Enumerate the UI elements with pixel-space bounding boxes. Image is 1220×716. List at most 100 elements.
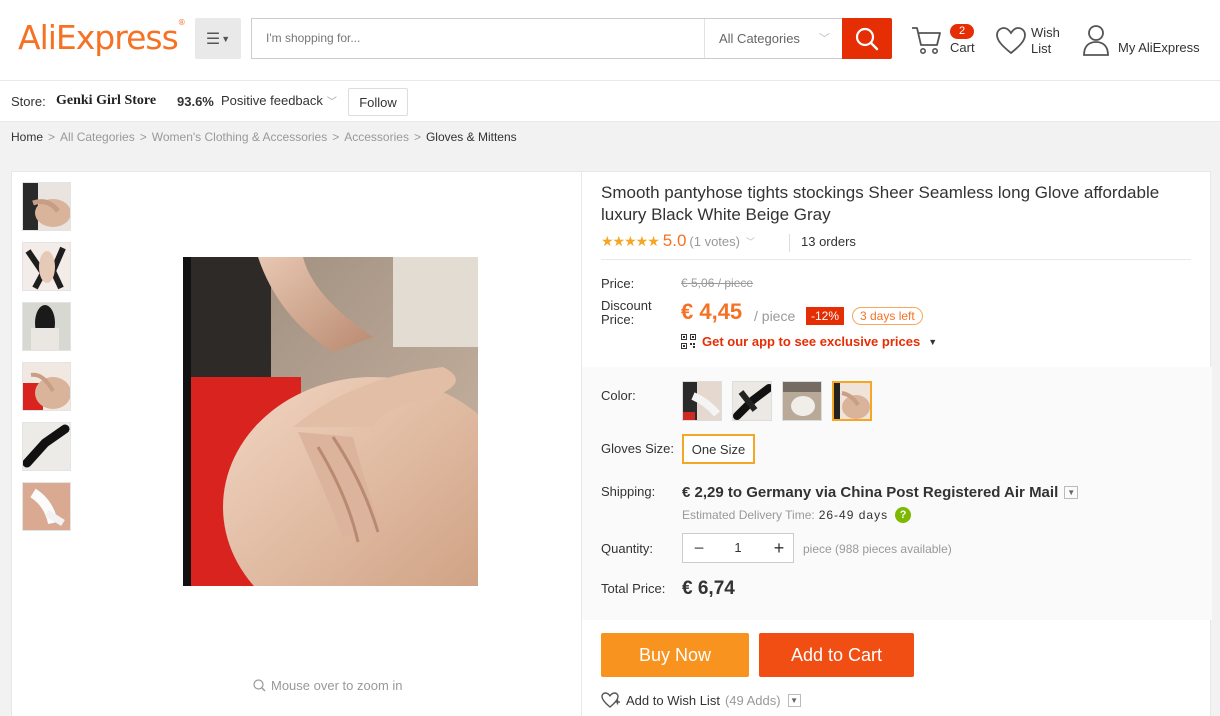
thumbnail-4[interactable] — [22, 362, 71, 411]
thumbnail-5[interactable] — [22, 422, 71, 471]
zoom-hint-text: Mouse over to zoom in — [271, 678, 403, 693]
quantity-label: Quantity: — [601, 541, 654, 556]
quantity-decrease-button[interactable]: − — [689, 538, 709, 558]
search-button[interactable] — [842, 18, 892, 59]
votes-count: (1 votes) — [689, 233, 740, 249]
store-bar: Store: Genki Girl Store 93.6% Positive f… — [0, 81, 1220, 122]
store-prefix: Store: — [11, 94, 46, 109]
cart-link[interactable]: 2 Cart — [910, 22, 980, 62]
discount-badge: -12% — [806, 307, 845, 325]
product-main-image[interactable] — [183, 257, 478, 586]
size-option-one-size[interactable]: One Size — [682, 434, 755, 464]
chevron-down-icon: ﹀ — [326, 97, 337, 108]
zoom-hint: Mouse over to zoom in — [253, 678, 403, 693]
cart-count-badge: 2 — [950, 24, 974, 39]
quantity-stepper: − 1 + — [682, 533, 794, 563]
wish-list-link[interactable]: Wish List — [995, 24, 1065, 64]
breadcrumb-item-home[interactable]: Home — [11, 130, 43, 144]
menu-icon: ☰ — [205, 30, 221, 48]
quantity-unit: piece — [803, 542, 832, 556]
breadcrumb-item-all-categories[interactable]: All Categories — [60, 130, 135, 144]
thumbnail-2[interactable] — [22, 242, 71, 291]
logo-text: AliExpress — [18, 18, 179, 57]
color-swatch-4-selected[interactable] — [832, 381, 872, 421]
breadcrumb-item-womens-clothing[interactable]: Women's Clothing & Accessories — [152, 130, 327, 144]
wish-list-count: (49 Adds) — [724, 692, 781, 708]
breadcrumb-item-accessories[interactable]: Accessories — [344, 130, 409, 144]
app-promo-text: Get our app to see exclusive prices — [702, 334, 921, 349]
store-feedback-rate: 93.6% — [177, 94, 214, 109]
cart-label: Cart — [950, 40, 975, 55]
cart-icon — [912, 27, 941, 54]
wish-label-line1: Wish — [1031, 25, 1060, 40]
price-label: Price: — [601, 276, 635, 291]
star-rating-icon: ★★★★★ — [601, 232, 660, 249]
quantity-available: piece (988 pieces available) — [803, 542, 952, 556]
delivery-time: Estimated Delivery Time: 26-49 days ? — [682, 507, 912, 523]
color-swatch-1[interactable] — [682, 381, 722, 421]
qr-code-icon — [681, 334, 696, 349]
chevron-down-icon: ▼ — [1064, 486, 1079, 499]
discount-price: € 4,45 — [681, 299, 743, 324]
product-rating[interactable]: ★★★★★ 5.0 (1 votes) ﹀ — [601, 231, 755, 251]
heart-plus-icon — [601, 692, 620, 708]
chevron-down-icon[interactable]: ▼ — [787, 693, 801, 707]
search-input[interactable]: I'm shopping for... — [266, 31, 360, 45]
thumbnail-3[interactable] — [22, 302, 71, 351]
chevron-down-icon: ﹀ — [819, 33, 830, 45]
breadcrumb-separator: > — [139, 130, 147, 144]
search-icon — [855, 27, 879, 50]
color-swatch-2[interactable] — [732, 381, 772, 421]
color-label: Color: — [601, 388, 636, 403]
app-promo-link[interactable]: Get our app to see exclusive prices ▼ — [681, 334, 937, 349]
orders-count: 13 orders — [789, 234, 856, 252]
buy-now-button[interactable]: Buy Now — [601, 633, 749, 677]
wish-list-label: Wish List — [1031, 25, 1071, 57]
thumbnail-6[interactable] — [22, 482, 71, 531]
heart-icon — [996, 27, 1026, 55]
color-swatch-list — [682, 381, 872, 421]
aliexpress-logo[interactable]: AliExpress® — [18, 18, 186, 57]
delivery-days: 26-49 days — [818, 508, 889, 522]
product-title: Smooth pantyhose tights stockings Sheer … — [601, 183, 1160, 224]
thumbnail-list — [22, 182, 72, 542]
caret-down-icon: ▼ — [221, 33, 231, 44]
thumbnail-1[interactable] — [22, 182, 71, 231]
store-name-link[interactable]: Genki Girl Store — [56, 93, 156, 109]
search-bar: I'm shopping for... All Categories ﹀ — [251, 18, 843, 59]
category-menu-button[interactable]: ☰ ▼ — [195, 18, 241, 59]
user-icon — [1083, 25, 1109, 56]
breadcrumb-item-gloves[interactable]: Gloves & Mittens — [426, 130, 517, 144]
rating-value: 5.0 — [662, 231, 687, 250]
breadcrumb: Home > All Categories > Women's Clothing & A… — [11, 130, 517, 144]
gloves-size-label: Gloves Size: — [601, 441, 674, 456]
search-category-value: All Categories — [719, 31, 800, 46]
add-to-cart-button[interactable]: Add to Cart — [759, 633, 914, 677]
per-piece-unit: / piece — [754, 308, 796, 324]
product-info-panel: Smooth pantyhose tights stockings Sheer … — [582, 172, 1212, 716]
account-label: My AliExpress — [1118, 40, 1200, 55]
caret-down-icon: ▼ — [928, 336, 938, 347]
help-icon[interactable]: ? — [895, 507, 912, 523]
quantity-input[interactable]: 1 — [723, 540, 753, 555]
logo-trademark: ® — [177, 18, 186, 27]
add-to-wish-list-link[interactable]: Add to Wish List (49 Adds) ▼ — [601, 692, 801, 708]
product-main-panel: Mouse over to zoom in Smooth pantyhose t… — [11, 171, 1212, 716]
site-header: AliExpress® ☰ ▼ I'm shopping for... All C… — [0, 0, 1220, 81]
store-feedback-label: Positive feedback — [221, 93, 323, 108]
magnifier-icon — [253, 679, 266, 692]
search-category-select[interactable]: All Categories ﹀ — [704, 19, 844, 58]
total-price-label: Total Price: — [601, 581, 666, 596]
delivery-label: Estimated Delivery Time: — [682, 508, 815, 522]
chevron-down-icon: ﹀ — [745, 236, 755, 247]
wish-list-label: Add to Wish List — [626, 692, 720, 708]
total-price: € 6,74 — [682, 578, 735, 599]
breadcrumb-separator: > — [413, 130, 421, 144]
account-link[interactable]: My AliExpress — [1082, 24, 1212, 64]
store-feedback-dropdown[interactable]: Positive feedback ﹀ — [221, 93, 337, 108]
shipping-method-select[interactable]: € 2,29 to Germany via China Post Registe… — [682, 484, 1079, 501]
quantity-increase-button[interactable]: + — [769, 538, 789, 558]
shipping-label: Shipping: — [601, 484, 656, 499]
color-swatch-3[interactable] — [782, 381, 822, 421]
follow-store-button[interactable]: Follow — [348, 88, 408, 116]
